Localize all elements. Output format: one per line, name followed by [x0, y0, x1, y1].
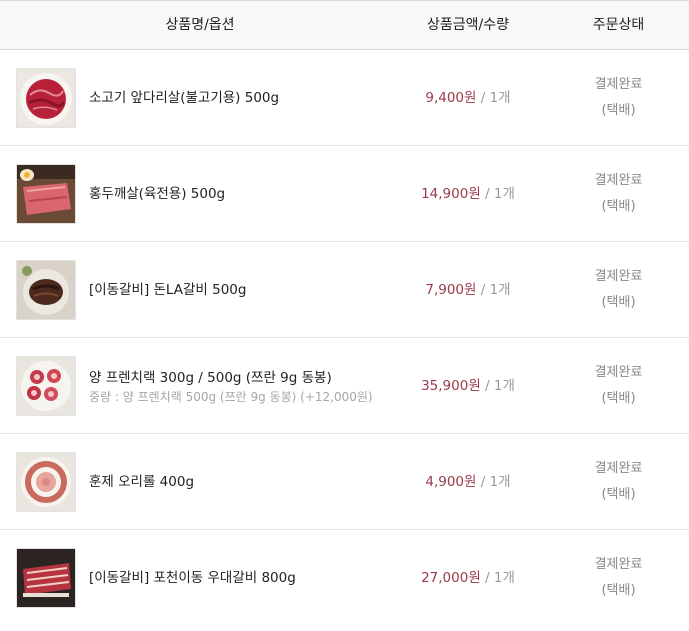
order-status: 결제완료: [594, 269, 643, 284]
status-cell: 결제완료 (택배): [548, 242, 689, 338]
product-thumbnail[interactable]: [16, 548, 76, 608]
status-cell: 결제완료 (택배): [548, 146, 689, 242]
product-option: 중량 : 양 프렌치랙 500g (쯔란 9g 동봉) (+12,000원): [89, 389, 373, 404]
table-row: 소고기 앞다리살(불고기용) 500g 9,400원 / 1개 결제완료 (택배…: [0, 50, 689, 146]
product-name[interactable]: 홍두깨살(육전용) 500g: [89, 185, 389, 203]
beef-slices-image: [17, 165, 75, 223]
status-cell: 결제완료 (택배): [548, 338, 689, 434]
price-amount: 14,900원: [421, 186, 481, 202]
table-row: [이동갈비] 포천이동 우대갈비 800g 27,000원 / 1개 결제완료 …: [0, 530, 689, 626]
order-status: 결제완료: [594, 77, 643, 92]
lamb-rack-image: [17, 357, 75, 415]
status-cell: 결제완료 (택배): [548, 50, 689, 146]
delivery-method: (택배): [601, 487, 636, 502]
product-name[interactable]: [이동갈비] 돈LA갈비 500g: [89, 281, 389, 299]
product-thumbnail[interactable]: [16, 452, 76, 512]
product-thumbnail[interactable]: [16, 164, 76, 224]
table-row: 양 프렌치랙 300g / 500g (쯔란 9g 동봉) 중량 : 양 프렌치…: [0, 338, 689, 434]
quantity: / 1개: [480, 90, 511, 106]
delivery-method: (택배): [601, 583, 636, 598]
grilled-ribs-image: [17, 261, 75, 319]
table-row: 훈제 오리롤 400g 4,900원 / 1개 결제완료 (택배): [0, 434, 689, 530]
price-cell: 14,900원 / 1개: [400, 146, 536, 242]
column-header-name: 상품명/옵션: [165, 17, 235, 33]
delivery-method: (택배): [601, 391, 636, 406]
delivery-method: (택배): [601, 103, 636, 118]
order-items-table: 상품명/옵션 상품금액/수량 주문상태 소고기 앞다리살(불고기용) 500g …: [0, 0, 689, 626]
price-amount: 27,000원: [421, 570, 481, 586]
sliced-beef-image: [17, 69, 75, 127]
quantity: / 1개: [480, 474, 511, 490]
quantity: / 1개: [485, 378, 515, 394]
delivery-method: (택배): [601, 199, 636, 214]
quantity: / 1개: [485, 570, 515, 586]
product-name[interactable]: 양 프렌치랙 300g / 500g (쯔란 9g 동봉): [89, 369, 389, 387]
status-cell: 결제완료 (택배): [548, 434, 689, 530]
duck-roll-image: [17, 453, 75, 511]
column-header-price: 상품금액/수량: [427, 17, 509, 33]
price-cell: 4,900원 / 1개: [400, 434, 536, 530]
product-name[interactable]: 훈제 오리롤 400g: [89, 473, 389, 491]
table-row: [이동갈비] 돈LA갈비 500g 7,900원 / 1개 결제완료 (택배): [0, 242, 689, 338]
table-header: 상품명/옵션 상품금액/수량 주문상태: [0, 0, 689, 50]
quantity: / 1개: [480, 282, 511, 298]
beef-ribs-image: [17, 549, 75, 607]
order-status: 결제완료: [594, 365, 643, 380]
product-thumbnail[interactable]: [16, 260, 76, 320]
status-cell: 결제완료 (택배): [548, 530, 689, 626]
price-cell: 7,900원 / 1개: [400, 242, 536, 338]
order-status: 결제완료: [594, 557, 643, 572]
price-cell: 35,900원 / 1개: [400, 338, 536, 434]
order-status: 결제완료: [594, 173, 643, 188]
table-row: 홍두깨살(육전용) 500g 14,900원 / 1개 결제완료 (택배): [0, 146, 689, 242]
price-amount: 4,900원: [425, 474, 477, 490]
product-thumbnail[interactable]: [16, 68, 76, 128]
product-name[interactable]: 소고기 앞다리살(불고기용) 500g: [89, 89, 389, 107]
order-status: 결제완료: [594, 461, 643, 476]
price-cell: 27,000원 / 1개: [400, 530, 536, 626]
price-amount: 9,400원: [425, 90, 477, 106]
delivery-method: (택배): [601, 295, 636, 310]
product-thumbnail[interactable]: [16, 356, 76, 416]
quantity: / 1개: [485, 186, 515, 202]
column-header-status: 주문상태: [592, 17, 645, 33]
product-name[interactable]: [이동갈비] 포천이동 우대갈비 800g: [89, 569, 389, 587]
price-amount: 7,900원: [425, 282, 477, 298]
price-cell: 9,400원 / 1개: [400, 50, 536, 146]
price-amount: 35,900원: [421, 378, 481, 394]
